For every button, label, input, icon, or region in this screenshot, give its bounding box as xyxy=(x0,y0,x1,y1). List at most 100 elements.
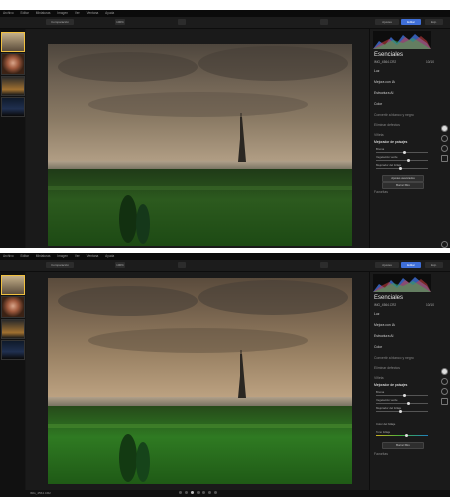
slider-knob[interactable] xyxy=(403,150,407,154)
page-dot[interactable] xyxy=(179,491,182,494)
grid-icon[interactable] xyxy=(320,262,328,268)
edit-tab[interactable]: Editar xyxy=(401,19,421,25)
export-button[interactable]: Exp. xyxy=(425,262,443,268)
slider-knob[interactable] xyxy=(406,401,410,405)
slider-vegetacion[interactable] xyxy=(376,158,428,162)
slider-label-follaje: Mejorador del follaje xyxy=(376,163,402,167)
menu-item-ver[interactable]: Ver xyxy=(75,11,80,15)
menu-item-imagen[interactable]: Imagen xyxy=(57,254,68,258)
panel-counter: 10/10 xyxy=(426,303,434,307)
clear-filter-button[interactable]: Borrar filtro xyxy=(382,182,424,189)
image-canvas[interactable] xyxy=(26,272,369,490)
thumbnail-portrait[interactable] xyxy=(1,296,25,318)
section-mejorador-paisajes[interactable]: Mejorador de paisajes xyxy=(374,383,407,387)
section-color[interactable]: Color xyxy=(374,345,382,349)
grid-icon[interactable] xyxy=(320,19,328,25)
comparison-button[interactable]: Comparación xyxy=(46,19,74,25)
menu-item-ayuda[interactable]: Ayuda xyxy=(105,254,114,258)
thumbnail-night-car[interactable] xyxy=(1,97,25,117)
section-convertir-bn[interactable]: Convertir a blanco y negro xyxy=(374,356,414,360)
menu-item-editar[interactable]: Editar xyxy=(21,11,29,15)
histogram xyxy=(373,31,431,49)
section-eliminar-defectos[interactable]: Eliminar defectos xyxy=(374,123,400,127)
section-mejorador-paisajes[interactable]: Mejorador de paisajes xyxy=(374,140,407,144)
slider-label-bruma: Bruma xyxy=(376,147,385,151)
essentials-icon[interactable] xyxy=(441,125,448,132)
compare-view-icon[interactable] xyxy=(178,19,186,25)
slider-label-vegetacion: Vegetación verde xyxy=(376,398,398,402)
advanced-settings-button[interactable]: Ajustes avanzados xyxy=(382,175,424,182)
creative-icon[interactable] xyxy=(441,378,448,385)
creative-icon[interactable] xyxy=(441,135,448,142)
page-dot[interactable] xyxy=(214,491,218,494)
zoom-level[interactable]: 100% xyxy=(115,19,125,25)
slider-tono-follaje[interactable] xyxy=(376,433,428,437)
menu-item-archivo[interactable]: Archivo xyxy=(3,11,14,15)
page-dot[interactable] xyxy=(184,491,188,494)
panel-filename: IMG_4564.CR2 xyxy=(374,60,397,64)
slider-knob[interactable] xyxy=(399,166,403,170)
menu-item-ayuda[interactable]: Ayuda xyxy=(105,11,114,15)
menu-item-ver[interactable]: Ver xyxy=(75,254,80,258)
section-eliminar-defectos[interactable]: Eliminar defectos xyxy=(374,366,400,370)
thumbnail-night-car[interactable] xyxy=(1,340,25,360)
slider-follaje[interactable] xyxy=(376,409,428,413)
essentials-icon[interactable] xyxy=(441,368,448,375)
section-mejora-ia[interactable]: Mejora con IA xyxy=(374,323,395,327)
toolbar: Comparación 100% Ajustes Editar Exp. xyxy=(0,17,450,29)
pro-icon[interactable] xyxy=(441,155,448,162)
section-favoritas[interactable]: Favoritas xyxy=(374,452,388,456)
section-estructura-ia[interactable]: Estructura AI xyxy=(374,91,393,95)
section-color[interactable]: Color xyxy=(374,102,382,106)
thumbnail-selected[interactable] xyxy=(1,275,25,295)
thumbnail-sunset[interactable] xyxy=(1,319,25,339)
section-mejora-ia[interactable]: Mejora con IA xyxy=(374,80,395,84)
thumbnail-sunset[interactable] xyxy=(1,76,25,96)
page-dot[interactable] xyxy=(208,491,212,494)
page-dot-active[interactable] xyxy=(190,491,194,494)
slider-bruma[interactable] xyxy=(376,150,428,154)
section-vineta[interactable]: Viñeta xyxy=(374,376,384,380)
slider-knob[interactable] xyxy=(399,409,403,413)
presets-tab[interactable]: Ajustes xyxy=(375,262,399,268)
slider-knob[interactable] xyxy=(403,393,407,397)
section-estructura-ia[interactable]: Estructura AI xyxy=(374,334,393,338)
section-favoritas[interactable]: Favoritas xyxy=(374,190,388,194)
slider-knob[interactable] xyxy=(406,158,410,162)
page-dot[interactable] xyxy=(196,491,200,494)
menu-item-miniaturas[interactable]: Miniaturas xyxy=(36,11,51,15)
menu-item-ventana[interactable]: Ventana xyxy=(87,254,99,258)
panel-counter: 10/10 xyxy=(426,60,434,64)
section-convertir-bn[interactable]: Convertir a blanco y negro xyxy=(374,113,414,117)
slider-vegetacion[interactable] xyxy=(376,401,428,405)
slider-label-bruma: Bruma xyxy=(376,390,385,394)
section-luz[interactable]: Luz xyxy=(374,312,379,316)
history-icon[interactable] xyxy=(441,241,448,248)
portrait-icon[interactable] xyxy=(441,145,448,152)
edit-tab[interactable]: Editar xyxy=(401,262,421,268)
panel-title: Esenciales xyxy=(374,295,404,301)
comparison-button[interactable]: Comparación xyxy=(46,262,74,268)
clear-filter-button[interactable]: Borrar filtro xyxy=(382,442,424,449)
zoom-level[interactable]: 100% xyxy=(115,262,125,268)
portrait-icon[interactable] xyxy=(441,388,448,395)
image-canvas[interactable] xyxy=(26,29,369,248)
presets-tab[interactable]: Ajustes xyxy=(375,19,399,25)
menu-item-archivo[interactable]: Archivo xyxy=(3,254,14,258)
export-button[interactable]: Exp. xyxy=(425,19,443,25)
thumbnail-portrait[interactable] xyxy=(1,53,25,75)
menu-item-miniaturas[interactable]: Miniaturas xyxy=(36,254,51,258)
menu-item-editar[interactable]: Editar xyxy=(21,254,29,258)
page-dot[interactable] xyxy=(202,491,206,494)
slider-bruma[interactable] xyxy=(376,393,428,397)
slider-follaje[interactable] xyxy=(376,166,428,170)
section-luz[interactable]: Luz xyxy=(374,69,379,73)
menu-item-imagen[interactable]: Imagen xyxy=(57,11,68,15)
slider-knob[interactable] xyxy=(404,433,408,437)
section-vineta[interactable]: Viñeta xyxy=(374,133,384,137)
compare-view-icon[interactable] xyxy=(178,262,186,268)
pro-icon[interactable] xyxy=(441,398,448,405)
slider-label-vegetacion: Vegetación verde xyxy=(376,155,398,159)
thumbnail-selected[interactable] xyxy=(1,32,25,52)
menu-item-ventana[interactable]: Ventana xyxy=(87,11,99,15)
